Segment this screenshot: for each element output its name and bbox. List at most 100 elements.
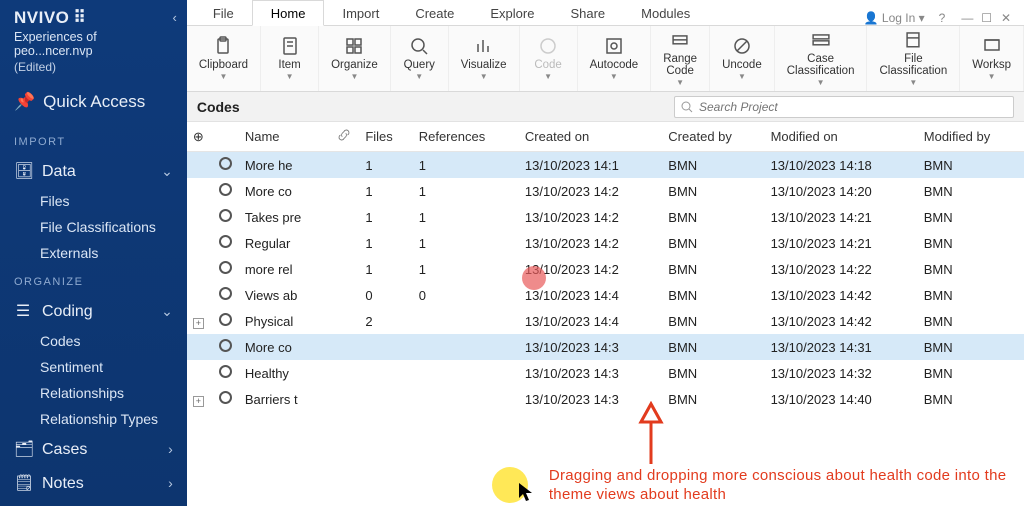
nav-file-classifications[interactable]: File Classifications (0, 214, 187, 240)
cell-refs: 1 (413, 204, 519, 230)
annotation-text: Dragging and dropping more conscious abo… (549, 467, 1024, 505)
chevron-right-icon: › (168, 441, 173, 457)
clipboard-icon (213, 36, 233, 56)
col-expand[interactable]: ⊕ (187, 122, 213, 152)
minimize-button[interactable]: — (959, 11, 975, 25)
main-area: FileHomeImportCreateExploreShareModules … (187, 0, 1024, 506)
cell-refs: 1 (413, 230, 519, 256)
chevron-down-icon: ⌄ (161, 163, 173, 180)
maximize-button[interactable]: ☐ (979, 11, 995, 25)
col-references[interactable]: References (413, 122, 519, 152)
collapse-nav-icon[interactable]: ‹ (173, 10, 177, 25)
chevron-down-icon: ⌄ (161, 303, 173, 320)
rangecode-icon (670, 30, 690, 50)
tab-file[interactable]: File (195, 1, 252, 25)
code-node-icon (219, 261, 232, 274)
code-row[interactable]: Regular1113/10/2023 14:2BMN13/10/2023 14… (187, 230, 1024, 256)
col-created-on[interactable]: Created on (519, 122, 662, 152)
tab-share[interactable]: Share (552, 1, 623, 25)
nav-relationships[interactable]: Relationships (0, 380, 187, 406)
ribbon-label: Visualize (461, 59, 507, 72)
cell-refs: 0 (413, 282, 519, 308)
tab-explore[interactable]: Explore (472, 1, 552, 25)
ribbon-workspace[interactable]: Worksp▼ (960, 26, 1024, 91)
nav-sentiment[interactable]: Sentiment (0, 354, 187, 380)
help-icon[interactable]: ? (939, 11, 946, 25)
cell-refs (413, 334, 519, 360)
window-controls: — ☐ ✕ (959, 11, 1014, 25)
cell-files: 1 (359, 256, 412, 282)
ribbon-query[interactable]: Query▼ (391, 26, 449, 91)
code-row[interactable]: +Physical213/10/2023 14:4BMN13/10/2023 1… (187, 308, 1024, 334)
ribbon-organize[interactable]: Organize▼ (319, 26, 391, 91)
code-row[interactable]: More he1113/10/2023 14:1BMN13/10/2023 14… (187, 152, 1024, 179)
cell-created-on: 13/10/2023 14:3 (519, 360, 662, 386)
caseclass-icon (811, 30, 831, 50)
nav-codes[interactable]: Codes (0, 328, 187, 354)
autocode-icon (604, 36, 624, 56)
ribbon-visualize[interactable]: Visualize▼ (449, 26, 520, 91)
cell-name: more rel (239, 256, 332, 282)
nav-cases[interactable]: 🗂Cases › (0, 432, 187, 466)
coding-icon: ☰ (14, 301, 32, 321)
chevron-right-icon: › (168, 475, 173, 491)
nav-notes[interactable]: 🗒Notes › (0, 466, 187, 500)
ribbon-caseclass[interactable]: CaseClassification▼ (775, 26, 868, 91)
tab-create[interactable]: Create (397, 1, 472, 25)
nav-coding[interactable]: ☰Coding ⌄ (0, 294, 187, 328)
nav-files[interactable]: Files (0, 188, 187, 214)
cell-files: 1 (359, 152, 412, 179)
cell-refs (413, 308, 519, 334)
code-row[interactable]: Views ab0013/10/2023 14:4BMN13/10/2023 1… (187, 282, 1024, 308)
tab-modules[interactable]: Modules (623, 1, 708, 25)
search-box[interactable] (674, 96, 1014, 118)
code-row[interactable]: +Barriers t13/10/2023 14:3BMN13/10/2023 … (187, 386, 1024, 412)
quick-access[interactable]: 📌 Quick Access (0, 84, 187, 126)
cell-created-on: 13/10/2023 14:4 (519, 282, 662, 308)
login-link[interactable]: 👤 Log In ▾ (864, 11, 925, 25)
ribbon-label: Item (278, 59, 300, 72)
code-row[interactable]: Healthy13/10/2023 14:3BMN13/10/2023 14:3… (187, 360, 1024, 386)
project-status: (Edited) (0, 60, 187, 84)
ribbon-autocode[interactable]: Autocode▼ (578, 26, 652, 91)
code-row[interactable]: More co1113/10/2023 14:2BMN13/10/2023 14… (187, 178, 1024, 204)
cell-files: 2 (359, 308, 412, 334)
tab-home[interactable]: Home (252, 0, 325, 26)
cell-files: 1 (359, 204, 412, 230)
code-row[interactable]: Takes pre1113/10/2023 14:2BMN13/10/2023 … (187, 204, 1024, 230)
workspace-icon (982, 36, 1002, 56)
col-modified-by[interactable]: Modified by (918, 122, 1024, 152)
fileclass-icon (903, 30, 923, 50)
code-row[interactable]: More co13/10/2023 14:3BMN13/10/2023 14:3… (187, 334, 1024, 360)
col-modified-on[interactable]: Modified on (765, 122, 918, 152)
expand-toggle[interactable]: + (193, 396, 204, 407)
app-brand: NVIVO⠿ (0, 0, 187, 30)
cell-modified-on: 13/10/2023 14:20 (765, 178, 918, 204)
cell-modified-by: BMN (918, 152, 1024, 179)
ribbon-uncode[interactable]: Uncode▼ (710, 26, 775, 91)
ribbon-label: FileClassification (879, 53, 947, 78)
ribbon-rangecode[interactable]: RangeCode▼ (651, 26, 710, 91)
search-input[interactable] (699, 100, 1013, 114)
tab-import[interactable]: Import (324, 1, 397, 25)
code-node-icon (219, 287, 232, 300)
ribbon-clipboard[interactable]: Clipboard▼ (187, 26, 261, 91)
col-name[interactable]: Name (239, 122, 332, 152)
brand-dots-icon: ⠿ (73, 8, 83, 28)
col-files[interactable]: Files (359, 122, 412, 152)
close-button[interactable]: ✕ (998, 11, 1014, 25)
codes-grid: ⊕ Name FilesReferencesCreated onCreated b… (187, 122, 1024, 506)
cell-modified-by: BMN (918, 282, 1024, 308)
cell-modified-on: 13/10/2023 14:21 (765, 230, 918, 256)
code-icon (538, 36, 558, 56)
ribbon-fileclass[interactable]: FileClassification▼ (867, 26, 960, 91)
code-row[interactable]: more rel1113/10/2023 14:2BMN13/10/2023 1… (187, 256, 1024, 282)
ribbon-item[interactable]: Item▼ (261, 26, 319, 91)
nav-externals[interactable]: Externals (0, 240, 187, 266)
nav-relationship-types[interactable]: Relationship Types (0, 406, 187, 432)
ribbon-label: Worksp (972, 59, 1011, 72)
col-created-by[interactable]: Created by (662, 122, 764, 152)
nav-data[interactable]: 🗄Data ⌄ (0, 154, 187, 188)
expand-toggle[interactable]: + (193, 318, 204, 329)
annotation-yellow-highlight (492, 467, 528, 503)
